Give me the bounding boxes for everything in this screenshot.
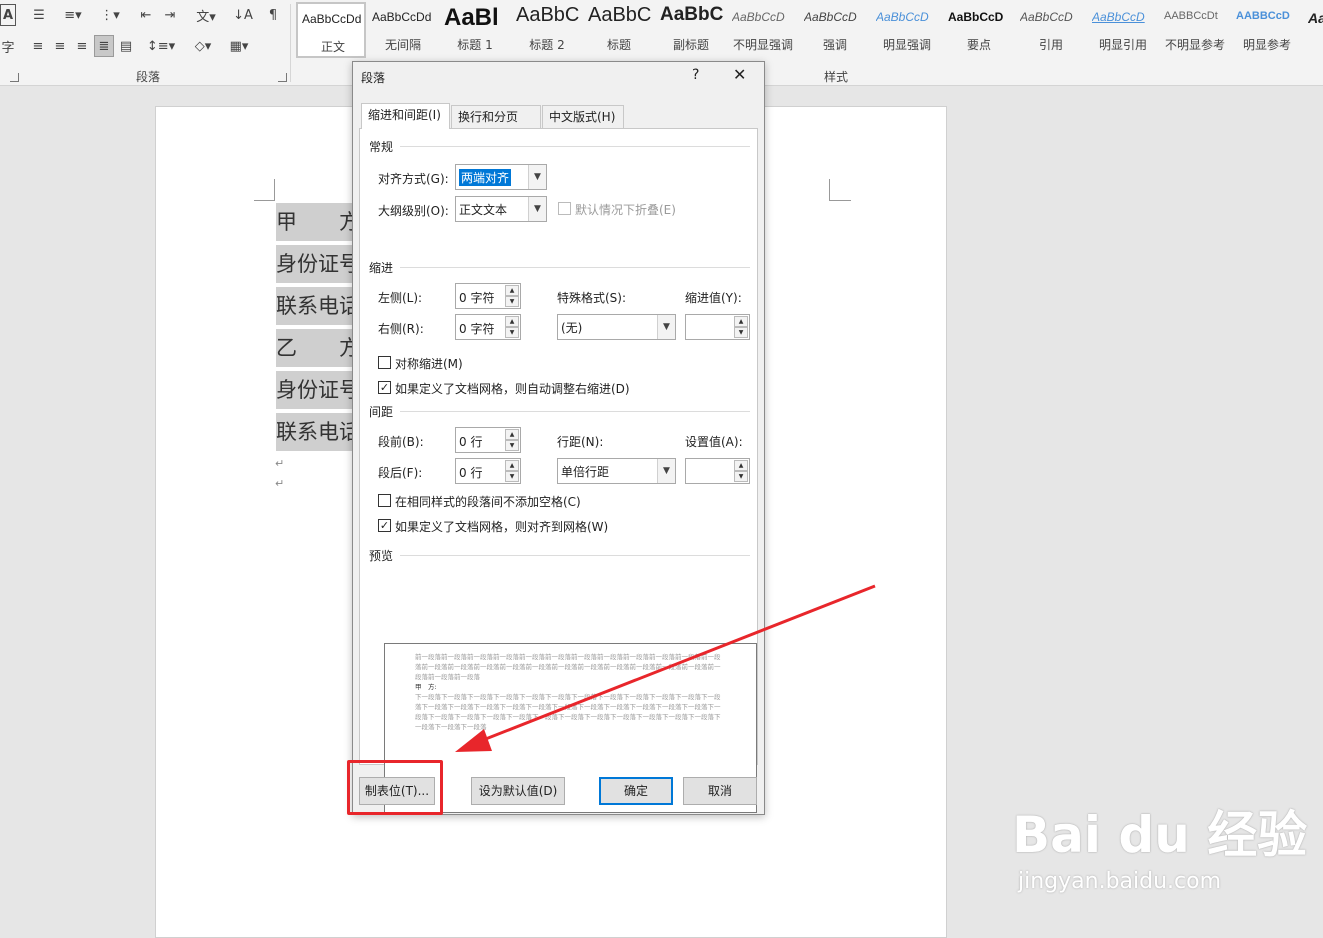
baidu-jingyan-watermark: Bai du 经验 jingyan.baidu.com xyxy=(1012,795,1307,910)
tab-indents-spacing[interactable]: 缩进和间距(I) xyxy=(361,103,450,129)
watermark-url: jingyan.baidu.com xyxy=(1018,869,1222,894)
watermark-brand: Bai du 经验 xyxy=(1012,806,1308,864)
